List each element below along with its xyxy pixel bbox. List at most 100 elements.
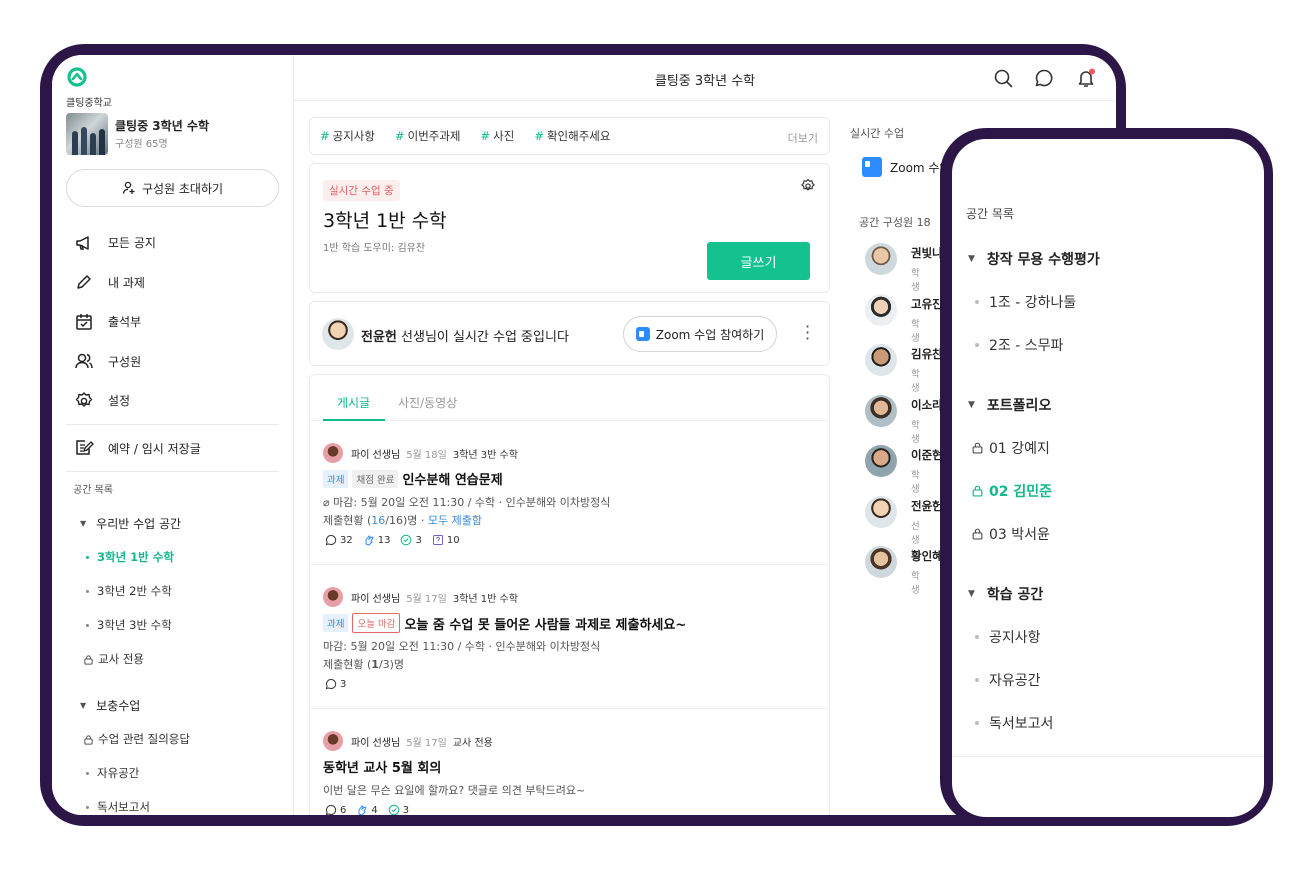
menu-label: 출석부 xyxy=(108,315,142,330)
live-zoom-item[interactable]: Zoom 수업 xyxy=(862,157,951,177)
post-item[interactable]: 파이 선생님 5월 17일 교사 전용 동학년 교사 5월 회의 이번 달은 무… xyxy=(310,709,829,815)
menu-all-notices[interactable]: 모든 공지 xyxy=(66,223,279,263)
question-count: 10 xyxy=(432,534,460,546)
write-button[interactable]: 글쓰기 xyxy=(707,242,810,280)
space-group-toggle[interactable]: ▼ 우리반 수업 공간 xyxy=(66,506,279,540)
space-item[interactable]: 02 김민준 xyxy=(966,469,1256,512)
zoom-banner-text: 전윤헌 선생님이 실시간 수업 중입니다 xyxy=(361,326,569,345)
space-item[interactable]: 교사 전용 xyxy=(66,642,279,676)
space-item-label: 1조 - 강하나둘 xyxy=(989,294,1077,311)
submission-suffix: /16)명 · xyxy=(385,514,428,527)
task-chip: 과제 xyxy=(323,469,349,488)
space-item[interactable]: 3학년 1반 수학 xyxy=(66,540,279,574)
gear-icon[interactable] xyxy=(800,178,816,194)
class-title: 3학년 1반 수학 xyxy=(323,210,447,232)
tab-media[interactable]: 사진/동영상 xyxy=(398,394,457,411)
paperclip-icon: ⌀ xyxy=(323,496,334,509)
menu-drafts[interactable]: 예약 / 임시 저장글 xyxy=(66,429,279,469)
live-class-heading: 실시간 수업 xyxy=(850,127,905,140)
group-label: 우리반 수업 공간 xyxy=(96,516,182,531)
megaphone-icon xyxy=(76,236,89,250)
caret-down-icon: ▼ xyxy=(968,588,975,599)
menu-my-tasks[interactable]: 내 과제 xyxy=(66,263,279,303)
divider xyxy=(952,756,1264,757)
invite-member-button[interactable]: 구성원 초대하기 xyxy=(66,169,279,207)
due-today-chip: 오늘 마감 xyxy=(352,613,401,633)
space-item-label: 3학년 3반 수학 xyxy=(97,618,172,632)
clap-count: 13 xyxy=(363,534,391,546)
post-header: 파이 선생님 5월 17일 3학년 1반 수학 xyxy=(323,587,518,607)
menu-label: 구성원 xyxy=(108,354,142,369)
tag-photo[interactable]: # 사진 xyxy=(481,128,515,144)
check-circle-icon xyxy=(388,804,400,815)
tag-check[interactable]: # 확인해주세요 xyxy=(534,128,610,144)
post-item[interactable]: 파이 선생님 5월 18일 3학년 3반 수학 과제 채점 완료 인수분해 연습… xyxy=(310,421,829,565)
submission-suffix: /3)명 xyxy=(378,658,405,671)
comment-icon xyxy=(325,678,337,690)
space-member-count: 구성원 65명 xyxy=(115,139,168,150)
space-item[interactable]: 2조 - 스무파 xyxy=(966,323,1256,366)
menu-members[interactable]: 구성원 xyxy=(66,342,279,382)
space-item[interactable]: 공지사항 xyxy=(966,615,1256,658)
lock-icon xyxy=(84,734,93,745)
bell-icon[interactable] xyxy=(1075,67,1097,89)
space-group-toggle[interactable]: ▼ 창작 무용 수행평가 xyxy=(966,237,1256,280)
post-body: 이번 달은 무슨 요일에 할까요? 댓글로 의견 부탁드려요~ xyxy=(323,784,586,797)
check-count: 3 xyxy=(400,534,422,546)
space-title[interactable]: 클팅중 3학년 수학 xyxy=(115,117,209,134)
join-zoom-button[interactable]: Zoom 수업 참여하기 xyxy=(623,316,777,352)
clap-icon xyxy=(358,805,368,815)
space-group-toggle[interactable]: ▼ 보충수업 xyxy=(66,688,279,722)
space-item[interactable]: 수업 관련 질의응답 xyxy=(66,722,279,756)
more-link[interactable]: 더보기 xyxy=(788,130,818,146)
space-item[interactable]: 03 박서윤 xyxy=(966,512,1256,555)
space-item[interactable]: 독서보고서 xyxy=(66,790,279,815)
hash-symbol: # xyxy=(320,129,330,143)
menu-settings[interactable]: 설정 xyxy=(66,381,279,421)
app-logo-icon[interactable] xyxy=(66,66,88,88)
post-submission: 제출현황 (16/16)명 · 모두 제출함 xyxy=(323,512,482,528)
tab-posts[interactable]: 게시글 xyxy=(337,394,370,411)
group-label: 학습 공간 xyxy=(986,586,1044,603)
space-group-toggle[interactable]: ▼ 학습 공간 xyxy=(966,572,1256,615)
space-item[interactable]: 자유공간 xyxy=(966,658,1256,701)
space-group-toggle[interactable]: ▼ 포트폴리오 xyxy=(966,383,1256,426)
clap-icon xyxy=(365,535,374,546)
search-icon[interactable] xyxy=(992,67,1014,89)
chat-icon[interactable] xyxy=(1033,67,1055,89)
avatar xyxy=(865,445,897,477)
post-author: 파이 선생님 xyxy=(351,737,401,749)
menu-attendance[interactable]: 출석부 xyxy=(66,302,279,342)
bullet-icon xyxy=(86,555,89,559)
post-title-text: 동학년 교사 5월 회의 xyxy=(323,761,442,776)
more-options-icon[interactable]: · · · xyxy=(805,319,810,347)
space-item[interactable]: 독서보고서 xyxy=(966,701,1256,744)
status-chip: 채점 완료 xyxy=(352,469,399,488)
member-role: 학생 xyxy=(911,419,920,445)
member-name: 이준현 xyxy=(911,448,943,462)
comment-count: 6 xyxy=(325,804,346,815)
tag-weekly-task[interactable]: # 이번주과제 xyxy=(395,128,461,144)
avatar xyxy=(865,546,897,578)
bullet-icon xyxy=(975,634,979,639)
space-item[interactable]: 01 강예지 xyxy=(966,426,1256,469)
post-deadline: 마감: 5월 20일 오전 11:30 / 수학 · 인수분해와 이차방정식 xyxy=(323,640,601,653)
pencil-icon xyxy=(77,275,91,289)
all-submitted-link[interactable]: 모두 제출함 xyxy=(428,514,482,527)
space-item[interactable]: 3학년 2반 수학 xyxy=(66,574,279,608)
space-item[interactable]: 3학년 3반 수학 xyxy=(66,608,279,642)
post-item[interactable]: 파이 선생님 5월 17일 3학년 1반 수학 과제 오늘 마감 오늘 줌 수업… xyxy=(310,565,829,709)
avatar xyxy=(865,394,897,427)
post-title-text: 오늘 줌 수업 못 들어온 사람들 과제로 제출하세요~ xyxy=(404,617,687,633)
calendar-check-icon xyxy=(76,313,92,330)
space-item[interactable]: 자유공간 xyxy=(66,756,279,790)
space-item-label: 자유공간 xyxy=(989,672,1041,689)
tag-notice[interactable]: # 공지사항 xyxy=(320,128,375,144)
teacher-name: 전윤헌 xyxy=(361,330,397,345)
post-title-text: 인수분해 연습문제 xyxy=(402,473,503,488)
member-name: 이소라 xyxy=(911,397,943,412)
stat-value: 13 xyxy=(377,534,391,546)
school-name: 클팅중학교 xyxy=(66,98,112,109)
member-name: 권빛나 xyxy=(911,246,943,260)
space-item[interactable]: 1조 - 강하나둘 xyxy=(966,280,1256,323)
